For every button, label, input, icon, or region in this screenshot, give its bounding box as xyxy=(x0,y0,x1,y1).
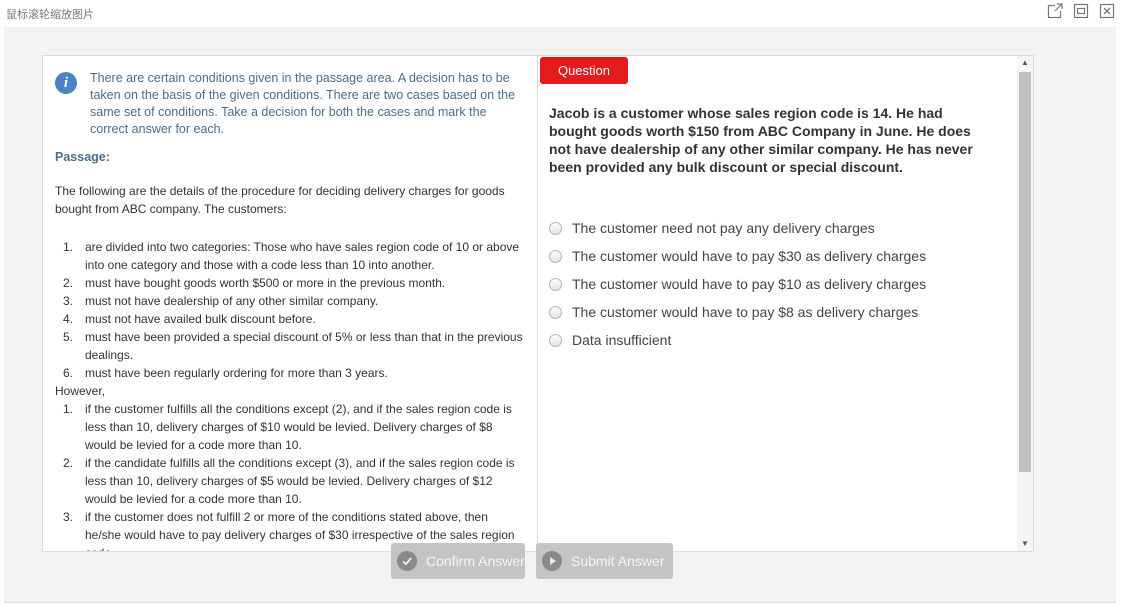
question-pane: Question Jacob is a customer whose sales… xyxy=(538,56,1017,551)
check-circle-icon xyxy=(397,551,417,571)
answer-option[interactable]: The customer would have to pay $10 as de… xyxy=(549,270,989,298)
option-label[interactable]: Data insufficient xyxy=(572,332,671,348)
external-link-icon[interactable] xyxy=(1047,3,1063,19)
scroll-thumb[interactable] xyxy=(1019,72,1031,472)
play-circle-icon xyxy=(542,551,562,571)
however-label: However, xyxy=(55,384,106,398)
conditions-list: 1. are divided into two categories: Those… xyxy=(55,238,525,551)
answer-option[interactable]: Data insufficient xyxy=(549,326,989,354)
submit-answer-label: Submit Answer xyxy=(571,553,665,569)
test-stage: i There are certain conditions given in … xyxy=(4,27,1116,603)
list-item: 2. if the candidate fulfills all the cond… xyxy=(62,456,515,506)
option-label[interactable]: The customer would have to pay $30 as de… xyxy=(572,248,926,264)
minimize-icon[interactable] xyxy=(1073,3,1089,19)
info-icon: i xyxy=(55,72,77,94)
radio-button[interactable] xyxy=(549,305,562,319)
vertical-scrollbar[interactable]: ▲ ▼ xyxy=(1017,56,1033,551)
radio-button[interactable] xyxy=(549,249,562,263)
list-item: 1. if the customer fulfills all the condi… xyxy=(62,402,512,452)
confirm-answer-button[interactable]: Confirm Answer xyxy=(391,543,525,579)
passage-intro: The following are the details of the pro… xyxy=(55,184,505,216)
list-item: 6. must have been regularly ordering for … xyxy=(62,366,388,380)
confirm-answer-label: Confirm Answer xyxy=(426,553,525,569)
content-panel: i There are certain conditions given in … xyxy=(42,55,1034,552)
answer-option[interactable]: The customer would have to pay $8 as del… xyxy=(549,298,989,326)
list-item: 1. are divided into two categories: Those… xyxy=(62,240,520,272)
close-icon[interactable] xyxy=(1099,3,1115,19)
instructions-text: There are certain conditions given in th… xyxy=(90,71,516,136)
option-label[interactable]: The customer would have to pay $10 as de… xyxy=(572,276,926,292)
question-badge: Question xyxy=(540,57,628,84)
window-titlebar: 鼠标滚轮缩放图片 xyxy=(0,0,1121,26)
scroll-down-arrow-icon[interactable]: ▼ xyxy=(1017,537,1033,551)
option-label[interactable]: The customer would have to pay $8 as del… xyxy=(572,304,918,320)
submit-answer-button[interactable]: Submit Answer xyxy=(536,543,673,579)
window-title: 鼠标滚轮缩放图片 xyxy=(6,8,94,21)
radio-button[interactable] xyxy=(549,333,562,347)
passage-pane[interactable]: i There are certain conditions given in … xyxy=(43,56,537,551)
question-text: Jacob is a customer whose sales region c… xyxy=(549,105,973,175)
radio-button[interactable] xyxy=(549,221,562,235)
list-item: 3. must not have dealership of any other … xyxy=(62,294,379,308)
answer-option[interactable]: The customer need not pay any delivery c… xyxy=(549,214,989,242)
option-label[interactable]: The customer need not pay any delivery c… xyxy=(572,220,875,236)
window-controls xyxy=(1047,3,1115,19)
radio-button[interactable] xyxy=(549,277,562,291)
answer-options: The customer need not pay any delivery c… xyxy=(549,214,989,354)
scroll-up-arrow-icon[interactable]: ▲ xyxy=(1017,56,1033,70)
passage-label: Passage: xyxy=(55,150,110,164)
answer-option[interactable]: The customer would have to pay $30 as de… xyxy=(549,242,989,270)
list-item: 5. must have been provided a special disc… xyxy=(62,330,523,362)
list-item: 2. must have bought goods worth $500 or m… xyxy=(62,276,446,290)
list-item: 4. must not have availed bulk discount be… xyxy=(62,312,316,326)
